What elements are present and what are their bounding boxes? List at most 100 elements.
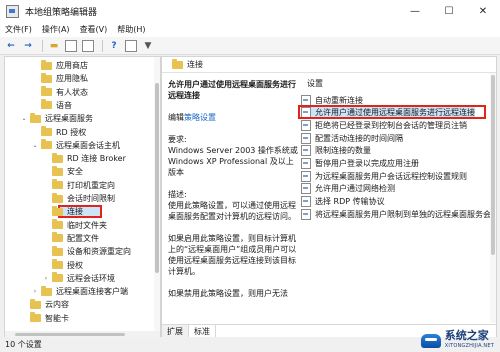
menu-help[interactable]: 帮助(H)	[112, 24, 150, 35]
back-arrow-icon[interactable]: ←	[4, 39, 18, 53]
tree-item-label: 会话时间限制	[67, 194, 115, 203]
tree-item-label: 智能卡	[45, 313, 69, 323]
setting-row[interactable]: 选择 RDP 传输协议	[301, 196, 385, 208]
policy-description: 允许用户通过使用远程桌面服务进行远程连接 编辑策略设置 要求: Windows …	[168, 79, 300, 310]
tree-item[interactable]: 设备和资源重定向	[42, 245, 131, 258]
expand-arrow-icon[interactable]: ⌄	[20, 115, 28, 122]
disabled-text: 如果禁用此策略设置，则用户无法	[168, 289, 288, 298]
tree-item[interactable]: ⌄ 远程桌面服务	[20, 112, 93, 125]
tree-item[interactable]: RD 授权	[31, 126, 86, 139]
tab-standard[interactable]: 标准	[189, 325, 216, 337]
edit-policy-line: 编辑策略设置	[168, 112, 300, 123]
tree-item[interactable]: ⌄ 远程桌面会话主机	[31, 139, 120, 152]
settings-column-header[interactable]: 设置	[307, 78, 323, 89]
policy-setting-icon	[301, 158, 311, 169]
tree-item-label: 安全	[67, 167, 83, 177]
tree-item-label: 云内容	[45, 300, 69, 310]
tree-item-label: 远程桌面会话主机	[56, 140, 120, 150]
policy-setting-icon	[301, 208, 311, 220]
tree-item-label: 打印机重定向	[67, 180, 115, 190]
expand-arrow-icon[interactable]: ›	[31, 288, 39, 295]
settings-vertical-scrollbar[interactable]	[490, 73, 496, 323]
tree-vertical-scrollbar[interactable]	[154, 57, 160, 338]
setting-row[interactable]: 拒绝将已经登录到控制台会话的管理员注销	[301, 119, 467, 131]
folder-icon	[52, 192, 63, 203]
tree-item[interactable]: 授权	[42, 259, 83, 272]
tree-item[interactable]: › 远程会话环境	[42, 272, 115, 285]
close-button[interactable]: ✕	[466, 0, 500, 22]
description-text: 使用此策略设置，可以通过使用远程桌面服务配置对计算机的远程访问。	[168, 201, 296, 221]
menu-action[interactable]: 操作(A)	[37, 24, 75, 35]
folder-icon	[52, 232, 63, 243]
tree-item[interactable]: 打印机重定向	[42, 179, 115, 192]
filter-icon[interactable]: ▼	[141, 39, 155, 53]
folder-icon	[30, 312, 41, 323]
expand-arrow-icon[interactable]: ›	[42, 275, 50, 282]
export-list-icon[interactable]	[81, 39, 95, 53]
maximize-button[interactable]: ☐	[432, 0, 466, 22]
folder-icon	[41, 86, 52, 97]
setting-label: 暂停用户登录以完成应用注册	[315, 159, 419, 168]
menu-file[interactable]: 文件(F)	[0, 24, 37, 35]
minimize-button[interactable]: —	[398, 0, 432, 22]
tree-item-label: 远程桌面连接客户端	[56, 287, 128, 297]
tree-item-label: RD 连接 Broker	[67, 154, 126, 164]
app-window: 本地组策略编辑器 — ☐ ✕ 文件(F) 操作(A) 查看(V) 帮助(H) ←…	[0, 0, 500, 352]
tree-item[interactable]: 会话时间限制	[42, 192, 115, 205]
tree-item[interactable]: 云内容	[20, 298, 69, 311]
tree-item[interactable]: 临时文件夹	[42, 219, 107, 232]
properties-icon[interactable]	[124, 39, 138, 53]
setting-row[interactable]: 为远程桌面服务用户会话远程控制设置规则	[301, 170, 467, 182]
setting-label: 允许用户通过网络检测	[315, 184, 395, 194]
folder-icon	[52, 152, 63, 163]
folder-icon	[41, 139, 52, 150]
tree-item[interactable]: 应用商店	[31, 59, 88, 72]
tree-item[interactable]: 有人状态	[31, 86, 88, 99]
help-icon[interactable]: ?	[107, 39, 121, 53]
policy-setting-icon	[301, 183, 311, 195]
policy-setting-icon	[301, 145, 311, 157]
requirements-text: Windows Server 2003 操作系统或 Windows XP Pro…	[168, 146, 298, 177]
tree-item[interactable]: 智能卡	[20, 312, 69, 325]
tree-item-label: RD 授权	[56, 127, 87, 137]
tree-item[interactable]: 应用隐私	[31, 72, 88, 85]
tree-item-label: 配置文件	[67, 233, 99, 243]
tree-item-label: 语音	[56, 100, 72, 110]
setting-label: 限制连接的数量	[315, 146, 371, 156]
toolbar-separator	[42, 39, 43, 52]
setting-label: 为远程桌面服务用户会话远程控制设置规则	[315, 171, 467, 181]
policy-setting-icon	[301, 170, 311, 182]
setting-row[interactable]: 允许用户通过网络检测	[301, 183, 395, 195]
edit-policy-link[interactable]: 策略设置	[184, 113, 216, 122]
tree-item[interactable]: 语音	[31, 99, 72, 112]
tab-extended[interactable]: 扩展	[162, 325, 189, 337]
tree-item[interactable]: RD 连接 Broker	[42, 152, 126, 165]
show-hide-tree-icon[interactable]	[64, 39, 78, 53]
up-folder-icon[interactable]: ▬	[47, 39, 61, 53]
tree-item[interactable]: 安全	[42, 165, 83, 178]
forward-arrow-icon[interactable]: →	[21, 39, 35, 53]
tree-item[interactable]: › 远程桌面连接客户端	[31, 285, 128, 298]
setting-row[interactable]: 限制连接的数量	[301, 145, 371, 157]
app-icon	[6, 4, 19, 18]
window-title: 本地组策略编辑器	[25, 7, 98, 18]
tree-item-label: 应用商店	[56, 61, 88, 70]
menu-view[interactable]: 查看(V)	[75, 24, 113, 35]
setting-label: 配置活动连接的时间间隔	[315, 133, 403, 143]
setting-row[interactable]: 将远程桌面服务用户限制到单独的远程桌面服务会话	[301, 208, 496, 220]
folder-icon	[41, 285, 52, 296]
description-label: 描述:	[168, 190, 187, 199]
tree-item-label: 设备和资源重定向	[67, 247, 131, 257]
edit-prefix: 编辑	[168, 113, 184, 122]
policy-setting-icon	[301, 94, 311, 106]
tree-item-label: 应用隐私	[56, 74, 88, 84]
folder-icon	[172, 58, 183, 69]
policy-setting-icon	[301, 132, 311, 144]
setting-row[interactable]: 配置活动连接的时间间隔	[301, 132, 403, 144]
setting-row[interactable]: 暂停用户登录以完成应用注册	[301, 158, 419, 170]
panel-header: 连接	[162, 57, 496, 73]
tree-item-label: 远程桌面服务	[45, 114, 93, 124]
tree-item[interactable]: 配置文件	[42, 232, 99, 245]
expand-arrow-icon[interactable]: ⌄	[31, 142, 39, 149]
tree-item[interactable]: 连接	[42, 205, 83, 218]
